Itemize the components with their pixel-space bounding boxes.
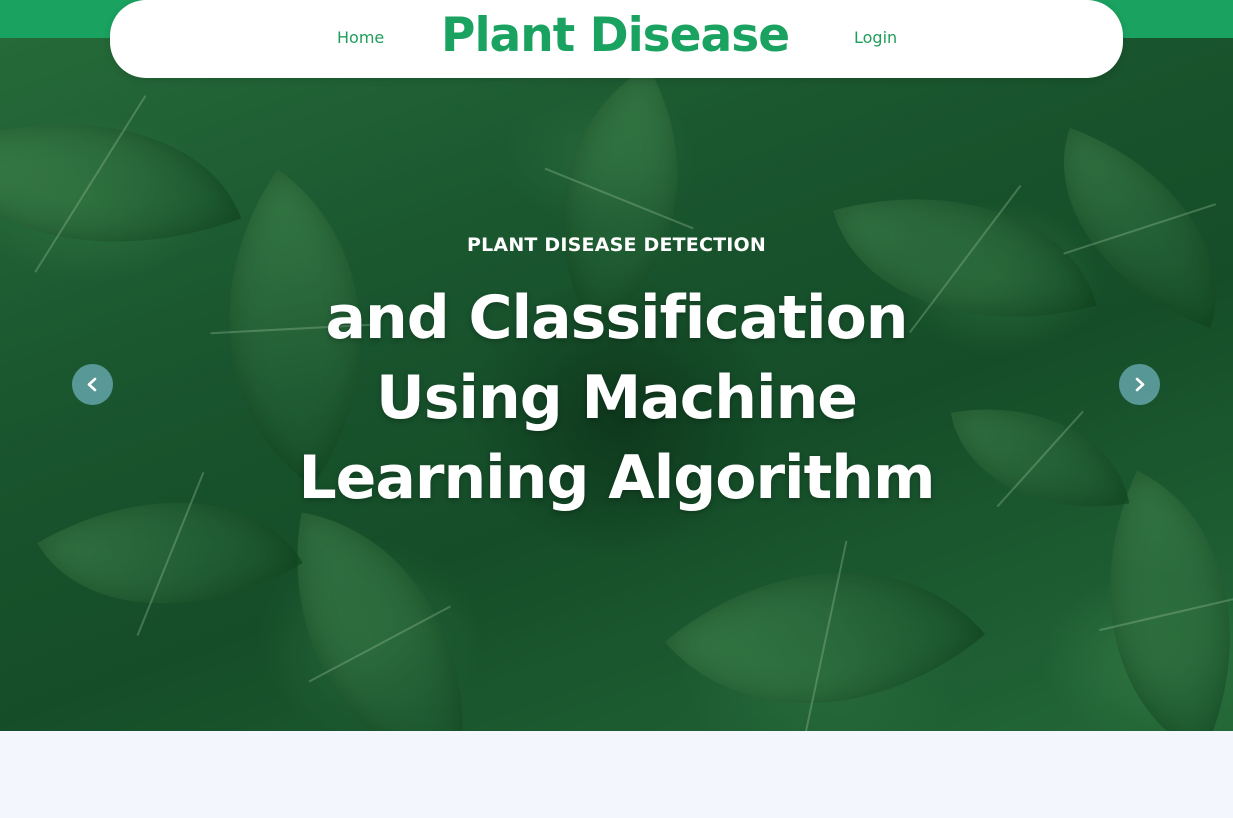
carousel-prev-button[interactable] [72,364,113,405]
brand-title: Plant Disease [441,8,790,63]
hero-headline-line: and Classification [325,283,908,353]
hero-headline-line: Learning Algorithm [298,443,935,513]
nav-home-link[interactable]: Home [337,28,384,47]
carousel-next-button[interactable] [1119,364,1160,405]
hero-headline-line: Using Machine [375,363,858,433]
chevron-right-icon [1135,377,1145,392]
chevron-left-icon [87,377,97,392]
navbar: Home Plant Disease Login [110,0,1123,78]
nav-login-link[interactable]: Login [854,28,897,47]
hero-headline: and Classification Using Machine Learnin… [0,278,1233,518]
content-section [0,731,1233,818]
hero-kicker: PLANT DISEASE DETECTION [466,234,767,256]
